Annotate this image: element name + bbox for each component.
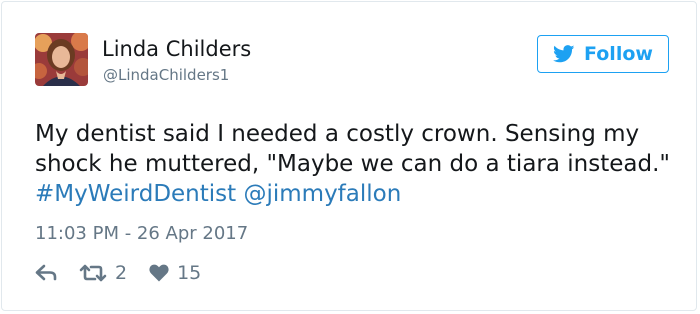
follow-button-label: Follow (584, 43, 653, 65)
reply-button[interactable] (35, 264, 57, 282)
hashtag-link[interactable]: #MyWeirdDentist (35, 181, 236, 207)
heart-icon (149, 264, 169, 282)
avatar[interactable] (35, 33, 88, 86)
tweet-timestamp[interactable]: 11:03 PM - 26 Apr 2017 (35, 222, 248, 246)
follow-button[interactable]: Follow (537, 35, 669, 73)
reply-icon (35, 264, 57, 281)
display-name[interactable]: Linda Childers (102, 36, 251, 62)
retweet-count: 2 (115, 262, 128, 284)
user-handle[interactable]: @LindaChilders1 (103, 65, 229, 85)
tweet-body: My dentist said I needed a costly crown.… (35, 121, 670, 177)
retweet-icon (79, 264, 107, 282)
twitter-bird-icon (553, 45, 575, 63)
tweet-actions: 2 15 (35, 260, 201, 286)
tweet-card: Linda Childers @LindaChilders1 Follow My… (1, 1, 697, 311)
tweet-text: My dentist said I needed a costly crown.… (35, 119, 690, 209)
like-button[interactable]: 15 (149, 262, 201, 284)
like-count: 15 (177, 262, 202, 284)
mention-link[interactable]: @jimmyfallon (243, 181, 401, 207)
retweet-button[interactable]: 2 (79, 262, 127, 284)
